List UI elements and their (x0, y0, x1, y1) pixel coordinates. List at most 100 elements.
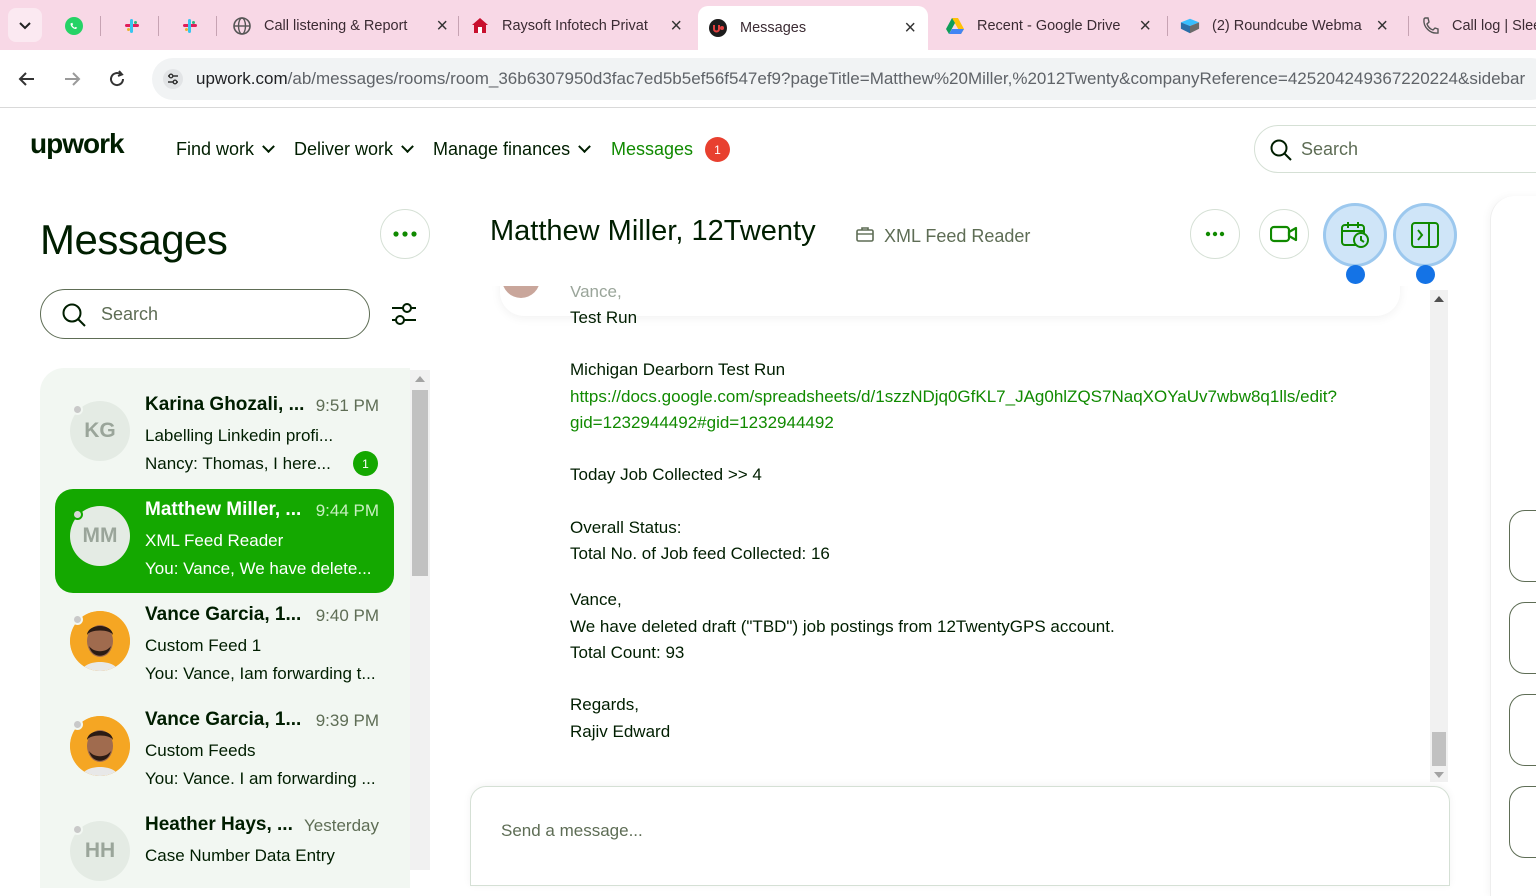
tab-slack-2[interactable] (166, 8, 214, 44)
phone-icon (1420, 16, 1440, 36)
schedule-meeting-button[interactable] (1323, 203, 1387, 267)
nav-label: Messages (611, 139, 694, 159)
google-drive-icon (945, 16, 965, 36)
slack-icon (180, 16, 200, 36)
message-text: Vance, (570, 590, 622, 609)
chevron-down-icon (19, 22, 31, 30)
site-settings-icon[interactable] (162, 68, 184, 95)
nav-messages[interactable]: Messages (611, 139, 693, 160)
contract-link[interactable]: XML Feed Reader (856, 226, 1030, 247)
message-text: Rajiv Edward (570, 722, 671, 741)
room-name: Karina Ghozali, ... (145, 394, 305, 415)
room-time: 9:51 PM (315, 396, 379, 415)
message-text: Today Job Collected >> 4 (570, 465, 762, 484)
tab-title: Raysoft Infotech Privat (502, 18, 648, 34)
message-text: Total Count: 93 (570, 643, 685, 662)
room-subtitle: Custom Feeds (145, 741, 256, 760)
room-subtitle: Case Number Data Entry (145, 846, 335, 865)
reload-button[interactable] (102, 64, 132, 94)
tab-search-dropdown-button[interactable] (8, 8, 42, 42)
scroll-up-arrow[interactable] (1434, 296, 1444, 302)
thread-scrollbar[interactable] (1430, 290, 1448, 782)
highlight-marker (1346, 265, 1365, 284)
room-subtitle: XML Feed Reader (145, 531, 284, 550)
panel-toggle-icon (1411, 222, 1439, 248)
side-tool-button[interactable] (1509, 510, 1536, 582)
search-icon (61, 302, 87, 333)
side-tool-button[interactable] (1509, 602, 1536, 674)
close-tab-icon[interactable]: × (436, 16, 448, 36)
forward-button[interactable] (57, 64, 87, 94)
room-name: Vance Garcia, 1... (145, 604, 302, 625)
scroll-up-arrow[interactable] (415, 376, 425, 382)
close-tab-icon[interactable]: × (1376, 16, 1388, 36)
room-preview: Nancy: Thomas, I here... (145, 454, 331, 473)
tab-whatsapp[interactable] (50, 8, 98, 44)
search-icon (1269, 138, 1293, 167)
tab-title: (2) Roundcube Webma (1212, 18, 1362, 34)
close-tab-icon[interactable]: × (904, 18, 916, 38)
roundcube-icon (1180, 16, 1200, 36)
tab-call-listening[interactable]: Call listening & Report × (232, 8, 454, 44)
toggle-details-panel-button[interactable] (1393, 203, 1457, 267)
side-tool-button[interactable] (1509, 694, 1536, 766)
room-item-active[interactable]: MM Matthew Miller, ... 9:44 PM XML Feed … (55, 489, 394, 593)
scroll-down-arrow[interactable] (1434, 772, 1444, 778)
sidebar-more-button[interactable] (380, 209, 430, 259)
tab-raysoft[interactable]: Raysoft Infotech Privat × (470, 8, 688, 44)
spreadsheet-link[interactable]: gid=1232944492#gid=1232944492 (570, 413, 834, 433)
spreadsheet-link[interactable]: https://docs.google.com/spreadsheets/d/1… (570, 387, 1337, 407)
room-item[interactable]: KG Karina Ghozali, ... 9:51 PM Labelling… (55, 384, 394, 488)
search-placeholder: Search (101, 303, 159, 324)
back-button[interactable] (12, 64, 42, 94)
room-subtitle: Custom Feed 1 (145, 636, 262, 655)
tab-title: Call listening & Report (264, 18, 408, 34)
nav-label: Manage finances (433, 139, 571, 159)
tab-title: Recent - Google Drive (977, 18, 1121, 34)
chat-more-button[interactable] (1190, 209, 1240, 259)
room-time: 9:44 PM (315, 501, 379, 520)
scroll-thumb[interactable] (1432, 732, 1446, 766)
scroll-thumb[interactable] (412, 390, 428, 576)
tab-slack-1[interactable] (108, 8, 156, 44)
calendar-clock-icon (1341, 222, 1369, 248)
nav-find-work[interactable]: Find work (176, 139, 275, 160)
room-item[interactable]: HH Heather Hays, ... Yesterday Case Numb… (55, 804, 394, 888)
slack-icon (122, 16, 142, 36)
address-bar[interactable]: upwork.com/ab/messages/rooms/room_36b630… (152, 58, 1536, 100)
top-search-input[interactable]: Search (1254, 125, 1536, 173)
nav-deliver-work[interactable]: Deliver work (294, 139, 414, 160)
rooms-search-input[interactable]: Search (40, 289, 370, 339)
room-preview: You: Vance, We have delete... (145, 559, 372, 578)
message-text: Total No. of Job feed Collected: 16 (570, 544, 830, 563)
room-preview: You: Vance, Iam forwarding t... (145, 664, 376, 683)
presence-dot (72, 719, 83, 730)
tab-roundcube[interactable]: (2) Roundcube Webma × (1180, 8, 1394, 44)
nav-manage-finances[interactable]: Manage finances (433, 139, 591, 160)
more-dots-icon (1205, 231, 1225, 237)
chevron-down-icon (401, 140, 414, 154)
close-tab-icon[interactable]: × (1139, 16, 1151, 36)
message-text: Test Run (570, 308, 638, 327)
highlight-marker (1416, 265, 1435, 284)
message-text: Michigan Dearborn Test Run (570, 360, 786, 379)
room-item[interactable]: Vance Garcia, 1... 9:40 PM Custom Feed 1… (55, 594, 394, 698)
tab-call-log[interactable]: Call log | Slee (1420, 8, 1536, 44)
side-tool-button[interactable] (1509, 786, 1536, 858)
rooms-scrollbar[interactable] (410, 370, 430, 870)
upwork-logo[interactable]: upwork (30, 128, 125, 160)
filter-sliders-icon[interactable] (390, 300, 418, 333)
tab-messages[interactable]: Messages × (698, 6, 928, 50)
presence-dot (72, 614, 83, 625)
presence-dot (72, 404, 83, 415)
room-name: Vance Garcia, 1... (145, 709, 302, 730)
video-call-button[interactable] (1259, 209, 1309, 259)
messages-count-badge: 1 (705, 137, 730, 162)
browser-toolbar: upwork.com/ab/messages/rooms/room_36b630… (0, 50, 1536, 108)
close-tab-icon[interactable]: × (670, 16, 682, 36)
reload-icon (110, 70, 125, 87)
tab-google-drive[interactable]: Recent - Google Drive × (945, 8, 1157, 44)
message-composer[interactable]: Send a message... (470, 786, 1450, 886)
room-item[interactable]: Vance Garcia, 1... 9:39 PM Custom Feeds … (55, 699, 394, 803)
room-subtitle: Labelling Linkedin profi... (145, 426, 334, 445)
